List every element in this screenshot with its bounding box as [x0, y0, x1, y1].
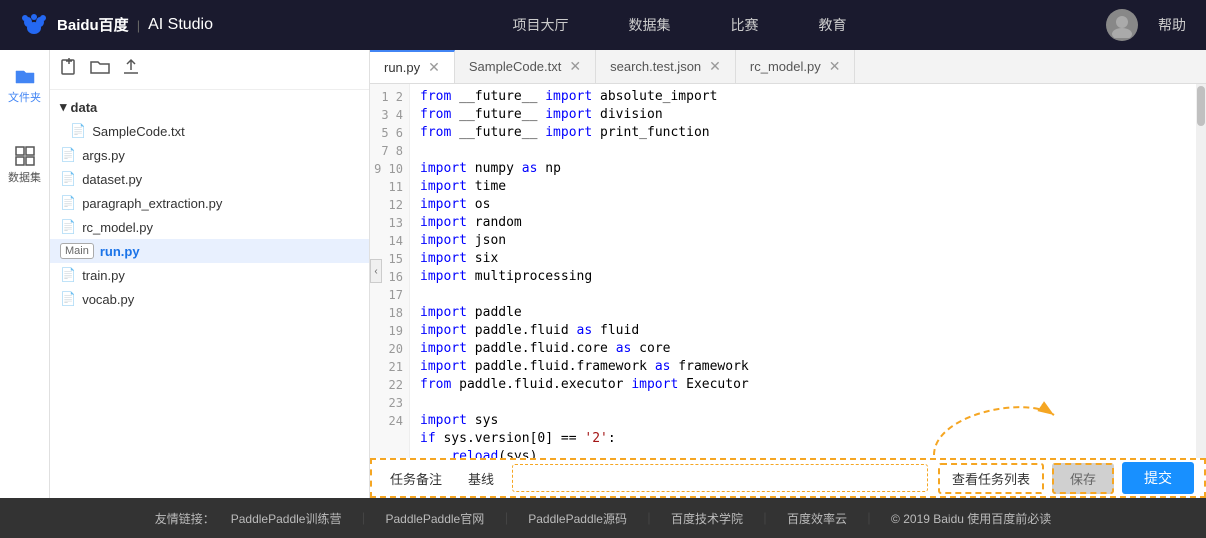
- tab-close-icon[interactable]: ✕: [829, 58, 841, 75]
- view-tasks-button[interactable]: 查看任务列表: [938, 463, 1044, 494]
- logo-subtitle: AI Studio: [148, 16, 213, 34]
- list-item[interactable]: 📄 rc_model.py: [50, 215, 369, 239]
- file-paragraph: paragraph_extraction.py: [82, 196, 222, 211]
- list-item[interactable]: 📄 dataset.py: [50, 167, 369, 191]
- footer-prefix: 友情链接：: [155, 510, 215, 527]
- footer-divider: ｜: [500, 510, 512, 527]
- code-content[interactable]: from __future__ import absolute_import f…: [410, 84, 1196, 458]
- task-note-input[interactable]: [512, 464, 928, 492]
- footer-divider: ｜: [357, 510, 369, 527]
- file-icon: 📄: [60, 171, 76, 187]
- folder-data[interactable]: ▾ data: [50, 95, 369, 119]
- file-icon: 📄: [70, 123, 86, 139]
- tab-rc-model[interactable]: rc_model.py ✕: [736, 50, 856, 84]
- tab-search-test[interactable]: search.test.json ✕: [596, 50, 736, 84]
- sidebar-datasets-label: 数据集: [8, 169, 41, 185]
- sidebar-item-datasets[interactable]: 数据集: [0, 140, 49, 190]
- sidebar-item-files[interactable]: 文件夹: [0, 60, 49, 110]
- tab-label: run.py: [384, 60, 420, 75]
- file-runpy: run.py: [100, 244, 140, 259]
- folder-data-label: data: [71, 100, 98, 115]
- list-item[interactable]: 📄 args.py: [50, 143, 369, 167]
- tab-samplecode[interactable]: SampleCode.txt ✕: [455, 50, 596, 84]
- baseline-label: 基线: [460, 469, 502, 488]
- editor-tabs: run.py ✕ SampleCode.txt ✕ search.test.js…: [370, 50, 1206, 84]
- collapse-panel-button[interactable]: ‹: [370, 259, 382, 283]
- tab-close-icon[interactable]: ✕: [428, 59, 440, 76]
- baidu-text: Baidu百度: [57, 17, 129, 34]
- file-panel: ▾ data 📄 SampleCode.txt 📄 args.py 📄 data…: [50, 50, 370, 498]
- footer-link-paddle-official[interactable]: PaddlePaddle官网: [385, 510, 484, 527]
- chevron-down-icon: ▾: [60, 99, 67, 115]
- tab-label: search.test.json: [610, 59, 701, 74]
- file-args: args.py: [82, 148, 125, 163]
- topnav: Baidu百度 | AI Studio 项目大厅 数据集 比赛 教育 帮助: [0, 0, 1206, 50]
- list-item[interactable]: Main run.py: [50, 239, 369, 263]
- logo-divider: |: [137, 18, 140, 33]
- tab-close-icon[interactable]: ✕: [709, 58, 721, 75]
- file-dataset: dataset.py: [82, 172, 142, 187]
- new-folder-button[interactable]: [90, 59, 110, 80]
- sidebar-files-label: 文件夹: [8, 89, 41, 105]
- editor-bottom-bar: 任务备注 基线 查看任务列表 保存 提交: [370, 458, 1206, 498]
- logo: Baidu百度 | AI Studio: [20, 14, 213, 36]
- topnav-menu: 项目大厅 数据集 比赛 教育: [253, 15, 1106, 35]
- help-link[interactable]: 帮助: [1158, 15, 1186, 35]
- list-item[interactable]: 📄 paragraph_extraction.py: [50, 191, 369, 215]
- menu-projects[interactable]: 项目大厅: [513, 15, 569, 35]
- bottom-right-actions: 查看任务列表 保存 提交: [938, 462, 1194, 494]
- save-button[interactable]: 保存: [1052, 463, 1114, 494]
- main-tag: Main: [60, 243, 94, 259]
- file-icon: 📄: [60, 219, 76, 235]
- upload-button[interactable]: [122, 58, 140, 81]
- file-icon: 📄: [60, 291, 76, 307]
- sidebar-icons: 文件夹 数据集: [0, 50, 50, 498]
- topnav-right: 帮助: [1106, 9, 1186, 41]
- baidu-logo: Baidu百度: [20, 14, 129, 36]
- file-vocab: vocab.py: [82, 292, 134, 307]
- code-editor: ‹ 1 2 3 4 5 6 7 8 9 10 11 12 13 14 15 16…: [370, 84, 1206, 458]
- file-train: train.py: [82, 268, 125, 283]
- file-toolbar: [50, 50, 369, 90]
- file-icon: 📄: [60, 147, 76, 163]
- footer-link-baidu-cloud[interactable]: 百度效率云: [787, 510, 847, 527]
- tab-label: rc_model.py: [750, 59, 821, 74]
- footer-divider: ｜: [643, 510, 655, 527]
- footer-copyright: © 2019 Baidu 使用百度前必读: [891, 510, 1051, 527]
- footer-link-paddle-camp[interactable]: PaddlePaddle训练营: [231, 510, 342, 527]
- list-item[interactable]: 📄 train.py: [50, 263, 369, 287]
- grid-icon: [14, 145, 36, 167]
- scrollbar-vertical[interactable]: [1196, 84, 1206, 458]
- file-samplecode: SampleCode.txt: [92, 124, 185, 139]
- menu-competition[interactable]: 比赛: [731, 15, 759, 35]
- task-note-label: 任务备注: [382, 469, 450, 488]
- footer-divider: ｜: [759, 510, 771, 527]
- tab-run-py[interactable]: run.py ✕: [370, 50, 455, 84]
- footer-link-paddle-src[interactable]: PaddlePaddle源码: [528, 510, 627, 527]
- editor-area: run.py ✕ SampleCode.txt ✕ search.test.js…: [370, 50, 1206, 498]
- file-rcmodel: rc_model.py: [82, 220, 153, 235]
- folder-icon: [14, 65, 36, 87]
- new-file-button[interactable]: [60, 58, 78, 81]
- scroll-thumb[interactable]: [1197, 86, 1205, 126]
- footer-divider: ｜: [863, 510, 875, 527]
- list-item[interactable]: 📄 vocab.py: [50, 287, 369, 311]
- footer-link-baidu-academy[interactable]: 百度技术学院: [671, 510, 743, 527]
- tab-close-icon[interactable]: ✕: [569, 58, 581, 75]
- file-icon: 📄: [60, 267, 76, 283]
- list-item[interactable]: 📄 SampleCode.txt: [50, 119, 369, 143]
- footer: 友情链接： PaddlePaddle训练营 ｜ PaddlePaddle官网 ｜…: [0, 498, 1206, 538]
- submit-button[interactable]: 提交: [1122, 462, 1194, 494]
- menu-education[interactable]: 教育: [819, 15, 847, 35]
- tab-label: SampleCode.txt: [469, 59, 562, 74]
- main-layout: 文件夹 数据集: [0, 50, 1206, 498]
- file-tree: ▾ data 📄 SampleCode.txt 📄 args.py 📄 data…: [50, 90, 369, 498]
- avatar[interactable]: [1106, 9, 1138, 41]
- file-icon: 📄: [60, 195, 76, 211]
- menu-datasets[interactable]: 数据集: [629, 15, 671, 35]
